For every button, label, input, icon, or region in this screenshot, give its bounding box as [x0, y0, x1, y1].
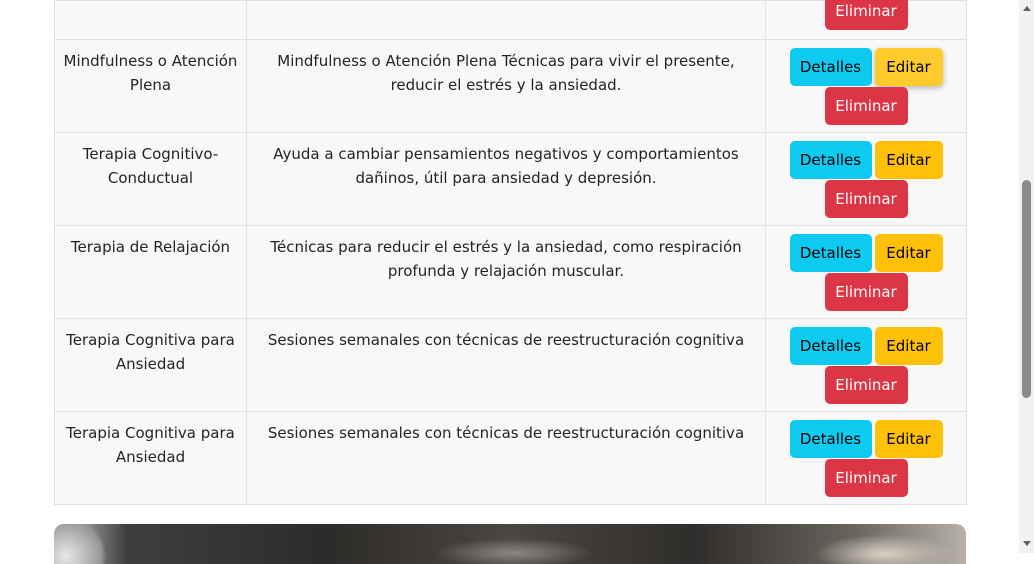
therapy-description-cell: [246, 0, 766, 40]
actions-cell: Detalles Editar Eliminar: [765, 411, 967, 505]
table-row: Mindfulness o Atención Plena Mindfulness…: [54, 39, 967, 133]
actions-cell: Detalles Editar Eliminar: [765, 132, 967, 226]
actions-cell: Eliminar: [765, 0, 967, 40]
therapy-description-cell: Técnicas para reducir el estrés y la ans…: [246, 225, 766, 319]
therapies-table: Eliminar Mindfulness o Atención Plena Mi…: [54, 0, 967, 505]
delete-button[interactable]: Eliminar: [824, 87, 908, 125]
edit-button[interactable]: Editar: [874, 327, 943, 365]
edit-button[interactable]: Editar: [874, 234, 943, 272]
delete-button[interactable]: Eliminar: [824, 459, 908, 497]
details-button[interactable]: Detalles: [789, 420, 872, 458]
delete-button[interactable]: Eliminar: [824, 0, 908, 30]
therapy-name-cell: [54, 0, 247, 40]
delete-button[interactable]: Eliminar: [824, 180, 908, 218]
therapy-name: Terapia Cognitivo-Conductual: [82, 145, 219, 187]
edit-button[interactable]: Editar: [874, 48, 943, 86]
therapy-name-cell: Terapia Cognitivo-Conductual: [54, 132, 247, 226]
therapy-name: Terapia Cognitiva para Ansiedad: [66, 331, 235, 373]
scroll-down-arrow-icon[interactable]: [1019, 537, 1034, 551]
details-button[interactable]: Detalles: [789, 327, 872, 365]
table-row: Terapia de Relajación Técnicas para redu…: [54, 225, 967, 319]
actions-cell: Detalles Editar Eliminar: [765, 318, 967, 412]
therapy-description: Técnicas para reducir el estrés y la ans…: [270, 238, 742, 280]
table-row: Terapia Cognitiva para Ansiedad Sesiones…: [54, 411, 967, 505]
therapy-name-cell: Terapia Cognitiva para Ansiedad: [54, 318, 247, 412]
therapy-name: Terapia de Relajación: [70, 238, 231, 256]
therapy-name-cell: Terapia Cognitiva para Ansiedad: [54, 411, 247, 505]
delete-button[interactable]: Eliminar: [824, 366, 908, 404]
table-row: Terapia Cognitiva para Ansiedad Sesiones…: [54, 318, 967, 412]
details-button[interactable]: Detalles: [789, 141, 872, 179]
therapy-name-cell: Mindfulness o Atención Plena: [54, 39, 247, 133]
therapy-description-cell: Ayuda a cambiar pensamientos negativos y…: [246, 132, 766, 226]
vertical-scrollbar[interactable]: [1019, 0, 1034, 553]
therapies-table-container: Eliminar Mindfulness o Atención Plena Mi…: [54, 0, 967, 505]
table-row: Eliminar: [54, 0, 967, 40]
therapy-name: Terapia Cognitiva para Ansiedad: [66, 424, 235, 466]
edit-button[interactable]: Editar: [874, 420, 943, 458]
therapy-description: Sesiones semanales con técnicas de reest…: [267, 424, 745, 442]
therapy-description: Mindfulness o Atención Plena Técnicas pa…: [277, 52, 735, 94]
scroll-up-arrow-icon[interactable]: [1019, 2, 1034, 16]
details-button[interactable]: Detalles: [789, 48, 872, 86]
details-button[interactable]: Detalles: [789, 234, 872, 272]
actions-cell: Detalles Editar Eliminar: [765, 39, 967, 133]
table-row: Terapia Cognitivo-Conductual Ayuda a cam…: [54, 132, 967, 226]
therapy-description: Ayuda a cambiar pensamientos negativos y…: [273, 145, 739, 187]
therapy-description-cell: Sesiones semanales con técnicas de reest…: [246, 318, 766, 412]
therapy-description: Sesiones semanales con técnicas de reest…: [267, 331, 745, 349]
scrollbar-thumb[interactable]: [1022, 180, 1031, 398]
actions-cell: Detalles Editar Eliminar: [765, 225, 967, 319]
edit-button[interactable]: Editar: [874, 141, 943, 179]
therapy-description-cell: Mindfulness o Atención Plena Técnicas pa…: [246, 39, 766, 133]
therapy-name-cell: Terapia de Relajación: [54, 225, 247, 319]
photo-card-image: [54, 524, 966, 564]
therapy-description-cell: Sesiones semanales con técnicas de reest…: [246, 411, 766, 505]
therapy-name: Mindfulness o Atención Plena: [63, 52, 238, 94]
delete-button[interactable]: Eliminar: [824, 273, 908, 311]
